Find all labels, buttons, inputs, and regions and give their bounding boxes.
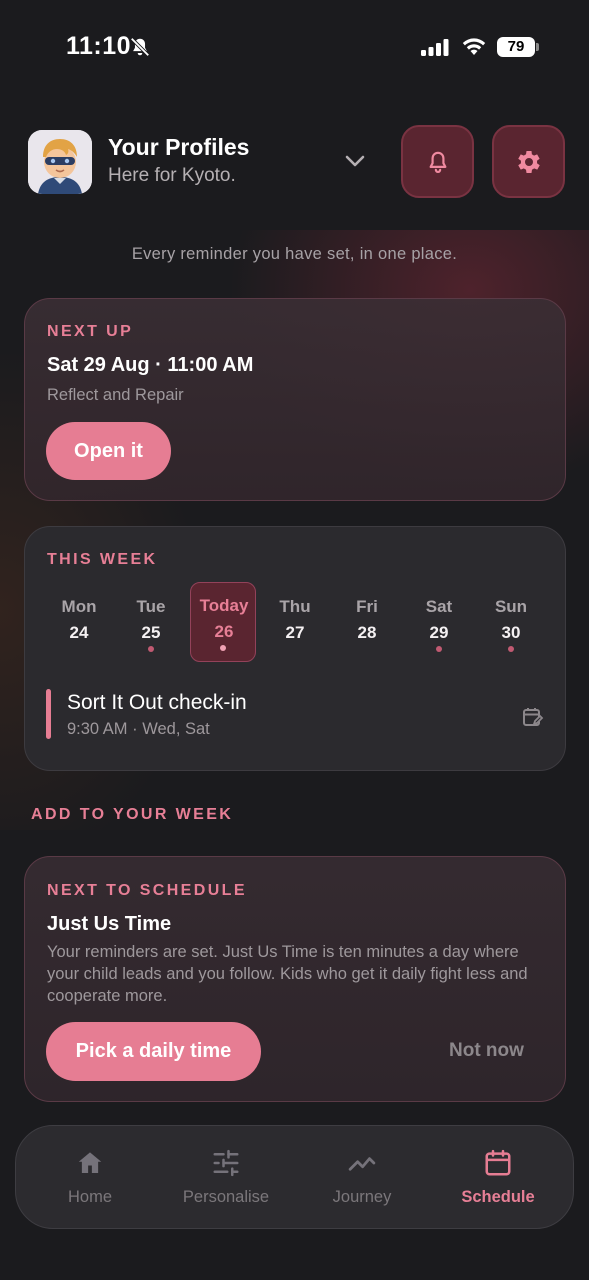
day-name: Sat: [425, 597, 453, 616]
page-subtitle: Every reminder you have set, in one plac…: [131, 245, 458, 263]
battery-cap: [536, 43, 539, 51]
reminder-dot: [148, 646, 154, 652]
next-to-schedule-eyebrow: NEXT TO SCHEDULE: [47, 882, 247, 899]
day-number: 28: [357, 623, 377, 642]
bell-icon: [429, 151, 446, 173]
day-number: 26: [214, 622, 234, 641]
open-it-button[interactable]: Open it: [46, 422, 171, 480]
this-week-eyebrow: THIS WEEK: [47, 551, 158, 568]
next-up-name: Reflect and Repair: [47, 386, 184, 404]
day-name: Mon: [61, 597, 97, 616]
day-fri[interactable]: Fri 28: [334, 582, 400, 662]
cellular-signal-icon: [421, 39, 449, 56]
reminder-dot: [220, 645, 226, 651]
day-sat[interactable]: Sat 29: [406, 582, 472, 662]
reminder-title[interactable]: Sort It Out check-in: [67, 691, 247, 715]
notifications-button[interactable]: [401, 125, 474, 198]
week-day-strip: Mon 24 Tue 25 Today 26 Thu 27 Fri 28 Sat…: [43, 582, 547, 662]
reminder-accent-bar: [46, 689, 51, 739]
bell-mute-icon: [130, 37, 150, 57]
tab-label: Personalise: [182, 1188, 270, 1206]
settings-button[interactable]: [492, 125, 565, 198]
tab-label: Home: [67, 1188, 112, 1206]
sliders-icon: [213, 1149, 239, 1177]
trend-icon: [348, 1157, 376, 1171]
schedule-description: Your reminders are set. Just Us Time is …: [47, 943, 528, 1005]
battery-indicator: 79: [497, 37, 535, 57]
avatar[interactable]: [28, 130, 92, 194]
wifi-icon: [462, 38, 486, 55]
day-thu[interactable]: Thu 27: [262, 582, 328, 662]
day-number: 30: [501, 623, 521, 642]
edit-calendar-icon[interactable]: [521, 705, 545, 729]
calendar-icon: [485, 1149, 511, 1176]
profile-header: Your Profiles Here for Kyoto.: [0, 120, 589, 230]
day-number: 24: [69, 623, 89, 642]
profile-title: Your Profiles: [108, 134, 250, 160]
day-name: Tue: [136, 597, 166, 616]
schedule-title: Just Us Time: [47, 913, 172, 935]
status-bar: 11:10 79: [0, 0, 589, 95]
day-mon[interactable]: Mon 24: [46, 582, 112, 662]
home-icon: [78, 1152, 102, 1173]
day-number: 29: [429, 623, 449, 642]
day-name: Fri: [356, 597, 378, 616]
gear-icon: [517, 150, 540, 173]
day-number: 25: [141, 623, 161, 642]
this-week-card: THIS WEEK Mon 24 Tue 25 Today 26 Thu 27 …: [24, 526, 566, 771]
chevron-down-icon[interactable]: [340, 148, 370, 174]
day-name: Today: [199, 596, 249, 615]
day-tue[interactable]: Tue 25: [118, 582, 184, 662]
status-time: 11:10: [66, 32, 132, 60]
not-now-button[interactable]: Not now: [449, 1040, 524, 1062]
tab-schedule[interactable]: Schedule: [436, 1126, 560, 1230]
day-sun[interactable]: Sun 30: [478, 582, 544, 662]
day-name: Thu: [279, 597, 311, 616]
tab-home[interactable]: Home: [28, 1126, 152, 1230]
reminder-dot: [436, 646, 442, 652]
next-up-card: NEXT UP Sat 29 Aug · 11:00 AM Reflect an…: [24, 298, 566, 501]
child-avatar-illustration: [28, 130, 92, 194]
tab-journey[interactable]: Journey: [300, 1126, 424, 1230]
pick-daily-time-button[interactable]: Pick a daily time: [46, 1022, 261, 1081]
reminder-meta: 9:30 AM · Wed, Sat: [67, 720, 210, 738]
tab-label: Schedule: [461, 1188, 535, 1206]
day-number: 27: [285, 623, 305, 642]
next-up-eyebrow: NEXT UP: [47, 323, 134, 340]
next-up-datetime: Sat 29 Aug · 11:00 AM: [47, 354, 254, 376]
day-name: Sun: [494, 597, 528, 616]
next-to-schedule-card: NEXT TO SCHEDULE Just Us Time Your remin…: [24, 856, 566, 1102]
profile-subtitle: Here for Kyoto.: [108, 165, 236, 186]
tab-label: Journey: [332, 1188, 392, 1206]
bottom-tab-bar: Home Personalise Journey Schedule: [15, 1125, 574, 1229]
day-today[interactable]: Today 26: [190, 582, 256, 662]
reminder-dot: [508, 646, 514, 652]
add-to-week-heading: ADD TO YOUR WEEK: [31, 806, 234, 823]
tab-personalise[interactable]: Personalise: [164, 1126, 288, 1230]
